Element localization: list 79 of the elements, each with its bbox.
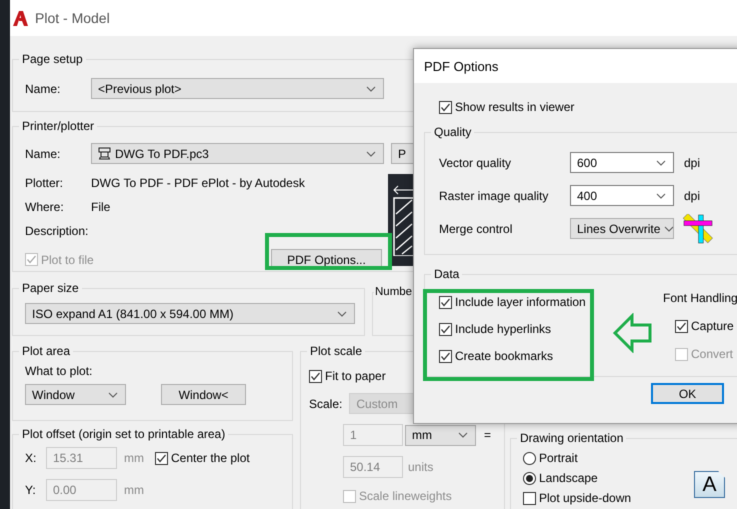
unit-label: mm bbox=[123, 483, 145, 497]
dropdown[interactable]: mm bbox=[405, 424, 476, 446]
group-label: Numbe bbox=[374, 286, 414, 298]
logo-icon bbox=[13, 10, 28, 26]
equals-sign: = bbox=[483, 428, 492, 442]
unit-label: mm bbox=[123, 451, 145, 465]
chevron-icon bbox=[337, 310, 347, 316]
field-label: Description: bbox=[25, 224, 90, 238]
radio-label: Landscape bbox=[539, 471, 598, 485]
dropdown[interactable]: Lines Overwrite bbox=[570, 218, 674, 239]
radio-button[interactable] bbox=[523, 452, 536, 464]
group-label: Plot offset (origin set to printable area) bbox=[21, 427, 226, 441]
group-label: Plot area bbox=[21, 344, 72, 358]
checkbox[interactable] bbox=[439, 350, 452, 362]
chevron-icon bbox=[656, 192, 666, 198]
checkbox[interactable] bbox=[439, 100, 452, 114]
checkbox[interactable] bbox=[675, 320, 688, 332]
field-label: Scale: bbox=[309, 396, 342, 410]
chevron-icon bbox=[458, 432, 468, 438]
checkbox[interactable] bbox=[439, 296, 452, 308]
dropdown[interactable]: 400 bbox=[570, 185, 674, 206]
field-label: Raster image quality bbox=[439, 188, 550, 202]
checkbox-label: Fit to paper bbox=[325, 369, 386, 383]
checkbox-label: Plot to file bbox=[41, 252, 94, 266]
dropdown[interactable]: DWG To PDF.pc3 bbox=[91, 143, 384, 164]
field-label: Y: bbox=[25, 483, 37, 497]
chevron-icon bbox=[656, 160, 666, 166]
checkbox-label: Plot upside-down bbox=[539, 491, 632, 505]
checkbox-label: Create bookmarks bbox=[455, 349, 554, 363]
dropdown[interactable]: ISO expand A1 (841.00 x 594.00 MM) bbox=[25, 303, 355, 324]
checkbox-label: Include hyperlinks bbox=[455, 322, 552, 336]
window-title: Plot - Model bbox=[35, 10, 110, 26]
field-label: Where: bbox=[25, 200, 65, 214]
checkbox[interactable] bbox=[155, 452, 168, 464]
group-label: Plot scale bbox=[309, 344, 364, 358]
group-label: Drawing orientation bbox=[519, 431, 624, 445]
properties-button[interactable]: P bbox=[391, 143, 413, 164]
checkbox[interactable] bbox=[309, 370, 322, 382]
field-value: File bbox=[91, 200, 112, 214]
field-value: DWG To PDF - PDF ePlot - by Autodesk bbox=[91, 176, 306, 190]
ok-button[interactable]: OK bbox=[651, 383, 724, 404]
group-label: Quality bbox=[433, 125, 472, 139]
window-button[interactable]: Window< bbox=[161, 384, 246, 405]
page-icon: A bbox=[694, 471, 725, 498]
field-label: What to plot: bbox=[25, 364, 94, 378]
group-label: Paper size bbox=[21, 281, 80, 295]
field-label: Merge control bbox=[439, 222, 514, 236]
left-arrow-icon bbox=[613, 313, 653, 353]
field-label: Name: bbox=[25, 82, 62, 96]
dropdown[interactable]: <Previous plot> bbox=[91, 78, 384, 99]
radio-label: Portrait bbox=[539, 451, 578, 465]
unit-label: units bbox=[408, 460, 434, 474]
checkbox-label: Convert bbox=[691, 347, 734, 361]
field-label: Plotter: bbox=[25, 176, 64, 190]
field-label: X: bbox=[25, 451, 38, 465]
section-heading: Font Handling bbox=[663, 291, 737, 305]
checkbox-label: Scale lineweights bbox=[359, 489, 452, 503]
unit-label: dpi bbox=[683, 188, 702, 202]
chevron-icon bbox=[108, 392, 118, 398]
dialog-title: PDF Options bbox=[414, 49, 737, 83]
radio-button[interactable] bbox=[523, 472, 536, 484]
field-label: Vector quality bbox=[439, 156, 512, 170]
checkbox[interactable] bbox=[523, 492, 536, 504]
unit-label: dpi bbox=[683, 156, 702, 170]
chevron-icon bbox=[366, 150, 376, 156]
plotter-icon bbox=[98, 147, 111, 160]
dropdown[interactable]: 600 bbox=[570, 152, 674, 173]
field-label: Name: bbox=[25, 146, 62, 160]
group-label: Data bbox=[433, 267, 460, 281]
chevron-icon bbox=[664, 226, 673, 232]
checkbox-label: Center the plot bbox=[171, 451, 250, 465]
checkbox-label: Capture bbox=[691, 319, 734, 333]
chevron-icon bbox=[366, 86, 376, 92]
group-label: Printer/plotter bbox=[21, 119, 96, 133]
checkbox-label: Include layer information bbox=[455, 295, 586, 309]
checkbox-label: Show results in viewer bbox=[455, 100, 574, 114]
dropdown[interactable]: Window bbox=[25, 384, 126, 405]
group-label: Page setup bbox=[21, 52, 84, 66]
checkbox[interactable] bbox=[439, 322, 452, 336]
